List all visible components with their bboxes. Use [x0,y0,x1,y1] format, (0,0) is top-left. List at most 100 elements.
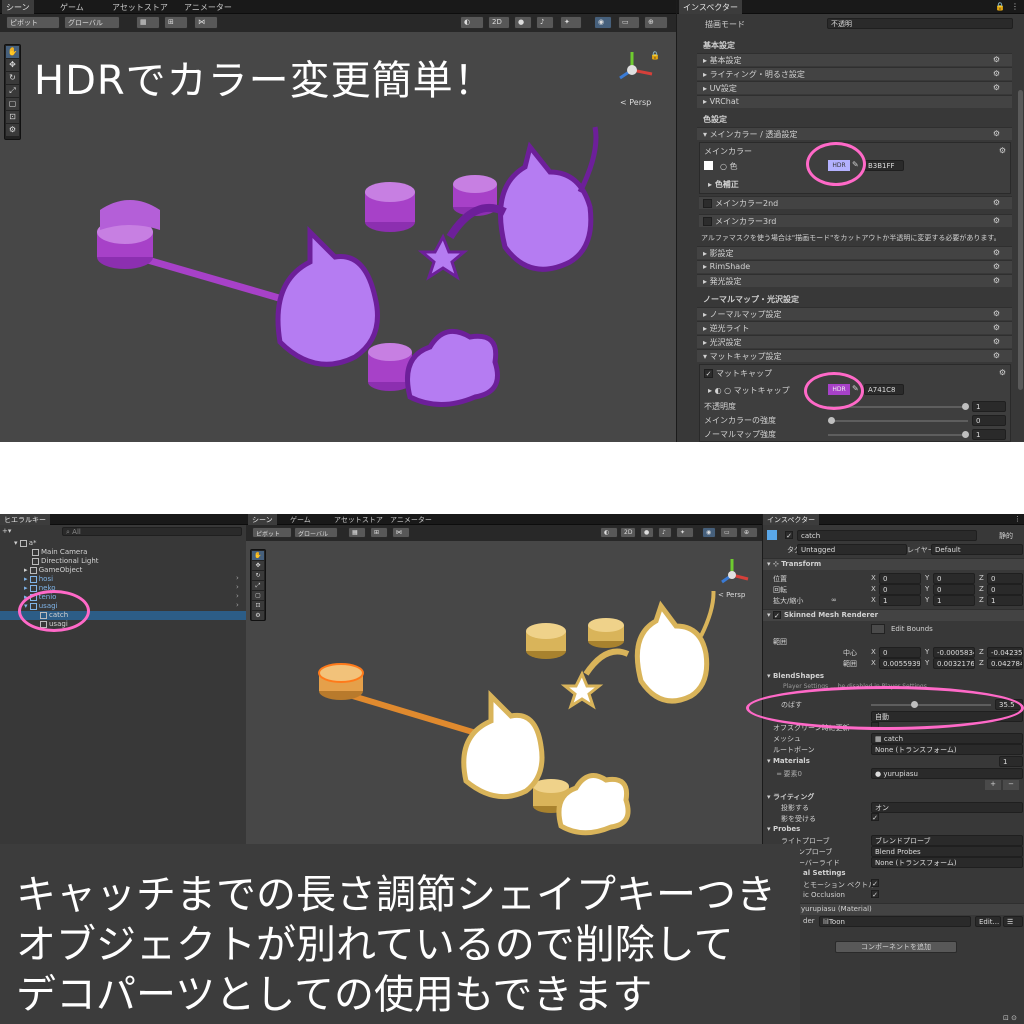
add-material-button[interactable]: + [985,780,1001,790]
center-y[interactable]: -0.00058347 [933,647,975,658]
effects-toggle-icon[interactable]: ✦ [560,16,582,29]
gear-icon[interactable]: ⚙ [993,276,1000,285]
tab-animator[interactable]: アニメーター [180,0,236,14]
expand-arrows[interactable]: › › › › [236,574,239,610]
main-strength-value[interactable]: 0 [972,415,1006,426]
remove-material-button[interactable]: − [1003,780,1019,790]
shading-mode-button[interactable]: ◐ [460,16,484,29]
tab-asset-store[interactable]: アセットストア [330,514,387,525]
backlight-foldout[interactable]: ▸ 逆光ライト ⚙ [697,321,1012,334]
gear-icon[interactable]: ⚙ [993,83,1000,92]
lighting-toggle-icon[interactable]: ● [640,527,654,538]
layer-dropdown[interactable]: Default [931,544,1023,555]
scale-tool-icon[interactable]: ⤢ [252,581,264,590]
transform-tool-icon[interactable]: ⊡ [6,111,19,123]
main-strength-slider[interactable] [828,417,968,424]
scene-gizmo-icon[interactable]: 🔒 [610,46,666,96]
center-z[interactable]: -0.04235007 [987,647,1023,658]
scale-y[interactable]: 1 [933,595,975,606]
gear-icon[interactable]: ⚙ [993,248,1000,257]
gear-icon[interactable]: ⚙ [993,55,1000,64]
color-swatch-icon[interactable] [704,161,713,170]
receive-shadows-checkbox[interactable]: ✓ [871,813,879,822]
tab-asset-store[interactable]: アセットストア [108,0,172,14]
rect-tool-icon[interactable]: ▢ [252,591,264,600]
custom-tool-icon[interactable]: ⚙ [252,611,264,620]
motion-vectors-checkbox[interactable]: ✓ [871,879,879,888]
materials-count[interactable]: 1 [999,756,1023,767]
gear-icon[interactable]: ⚙ [993,337,1000,346]
lock-icon[interactable]: 🔒 [995,2,1005,11]
mode-2d-button[interactable]: 2D [488,16,510,29]
edit-bounds-icon[interactable] [871,624,885,634]
pivot-button[interactable]: ピボット [252,527,292,538]
bottom-status-icons[interactable]: ⊡ ⊙ [1003,1014,1017,1022]
matcap-texture-icon[interactable]: ◐ [715,386,722,395]
anchor-override-field[interactable]: None (トランスフォーム) [871,857,1023,868]
emission-foldout[interactable]: ▸ 発光設定 ⚙ [697,274,1012,287]
additional-settings-foldout[interactable]: al Settings [803,869,846,877]
transform-tool-icon[interactable]: ⊡ [252,601,264,610]
static-label[interactable]: 静的 [999,531,1013,541]
active-checkbox[interactable]: ✓ [785,531,793,540]
gear-icon[interactable]: ⚙ [993,198,1000,207]
hand-tool-icon[interactable]: ✋ [6,46,19,58]
scene-gizmo-icon[interactable] [714,555,758,595]
center-x[interactable]: 0 [879,647,921,658]
shader-menu-button[interactable]: ☰ [1003,916,1023,927]
audio-toggle-icon[interactable]: ♪ [658,527,672,538]
effects-toggle-icon[interactable]: ✦ [676,527,694,538]
audio-toggle-icon[interactable]: ♪ [536,16,554,29]
scene-root[interactable]: ▾ a* [14,539,246,548]
tab-inspector[interactable]: インスペクター [763,514,820,525]
tab-inspector[interactable]: インスペクター [679,0,742,14]
gear-icon[interactable]: ⚙ [993,323,1000,332]
tab-game[interactable]: ゲーム [56,0,88,14]
main-color-foldout[interactable]: ▾ メインカラー / 透過設定 ⚙ [697,127,1012,140]
custom-tool-icon[interactable]: ⚙ [6,124,19,136]
add-component-button[interactable]: コンポーネントを追加 [835,941,957,953]
global-button[interactable]: グローバル [294,527,338,538]
gizmos-button[interactable]: ⊕ [740,527,758,538]
move-tool-icon[interactable]: ✥ [6,59,19,71]
extent-z[interactable]: 0.04278455 [987,658,1023,669]
tab-scene[interactable]: シーン [248,514,277,525]
inspector-scrollbar[interactable] [1018,90,1023,390]
list-item[interactable]: ▸ hosi [24,575,246,584]
rotation-z[interactable]: 0 [987,584,1023,595]
shading-mode-button[interactable]: ◐ [600,527,618,538]
tab-game[interactable]: ゲーム [286,514,315,525]
position-z[interactable]: 0 [987,573,1023,584]
gear-icon[interactable]: ⚙ [993,351,1000,360]
gear-icon[interactable]: ⚙ [999,146,1006,155]
pivot-button[interactable]: ピボット [6,16,60,29]
skinned-mesh-renderer-header[interactable]: ▾ ✓ Skinned Mesh Renderer [763,609,1024,621]
material-header[interactable]: yurupiasu (Material) [763,903,1024,915]
gear-icon[interactable]: ⚙ [993,262,1000,271]
grid-button[interactable]: ▦ [136,16,160,29]
rect-tool-icon[interactable]: ▢ [6,98,19,110]
tab-animator[interactable]: アニメーター [386,514,436,525]
shader-edit-button[interactable]: Edit... [975,916,1001,927]
render-mode-dropdown[interactable]: 不透明 [827,18,1013,29]
gloss-foldout[interactable]: ▸ 光沢設定 ⚙ [697,335,1012,348]
shadow-foldout[interactable]: ▸ 影設定 ⚙ [697,246,1012,259]
move-tool-icon[interactable]: ✥ [252,561,264,570]
main-color-2nd-foldout[interactable]: メインカラー2nd ⚙ [699,196,1012,209]
hierarchy-search-input[interactable]: ⌕ All [62,527,242,536]
list-item[interactable]: Main Camera [32,548,246,557]
lighting-foldout[interactable]: ▾ ライティング [767,792,814,802]
rotate-tool-icon[interactable]: ↻ [252,571,264,580]
element0-field[interactable]: ● yurupiasu [871,768,1023,779]
scene-viewport-top[interactable]: ✋ ✥ ↻ ⤢ ▢ ⊡ ⚙ HDRでカラー変更簡単！ 🔒 < Persp [0,32,676,442]
materials-foldout[interactable]: ▾ Materials [767,757,810,765]
lighting-toggle-icon[interactable]: ● [514,16,532,29]
visibility-toggle-icon[interactable]: ◉ [702,527,716,538]
snap-button[interactable]: ⊞ [164,16,188,29]
normal-strength-value[interactable]: 1 [972,429,1006,440]
visibility-toggle-icon[interactable]: ◉ [594,16,612,29]
position-x[interactable]: 0 [879,573,921,584]
extent-x[interactable]: 0.005593913 [879,658,921,669]
mesh-field[interactable]: ▦ catch [871,733,1023,744]
uv-settings-foldout[interactable]: ▸ UV設定 ⚙ [697,81,1012,94]
